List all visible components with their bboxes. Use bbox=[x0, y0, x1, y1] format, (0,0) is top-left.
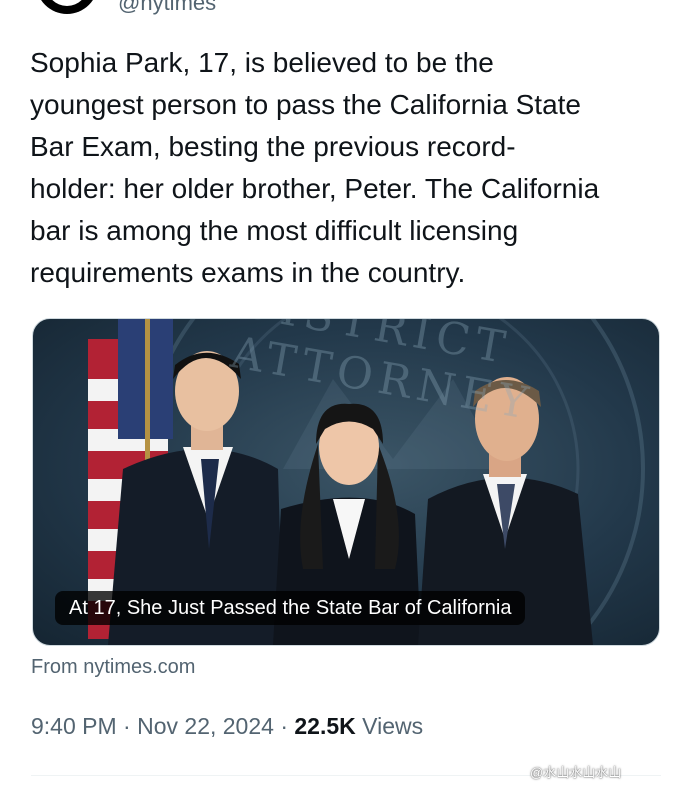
tweet-text: Sophia Park, 17, is believed to be the y… bbox=[30, 47, 600, 288]
meta-separator: · bbox=[280, 713, 288, 739]
tweet-media-card[interactable]: DISTRICT ATTORNEY At 17, She Just Passed… bbox=[32, 318, 660, 646]
watermark: @水山水山水山 bbox=[530, 765, 622, 780]
link-source[interactable]: From nytimes.com bbox=[31, 656, 195, 679]
media-caption: At 17, She Just Passed the State Bar of … bbox=[55, 591, 526, 625]
tweet-time[interactable]: 9:40 PM bbox=[31, 713, 117, 739]
tweet-meta: 9:40 PM · Nov 22, 2024 · 22.5K Views bbox=[31, 713, 423, 740]
views-count: 22.5K bbox=[294, 713, 356, 739]
meta-separator: · bbox=[123, 713, 131, 739]
tweet-date[interactable]: Nov 22, 2024 bbox=[137, 713, 274, 739]
views-label: Views bbox=[362, 713, 424, 739]
author-handle[interactable]: @nytimes bbox=[118, 0, 216, 16]
author-avatar[interactable] bbox=[36, 0, 98, 14]
